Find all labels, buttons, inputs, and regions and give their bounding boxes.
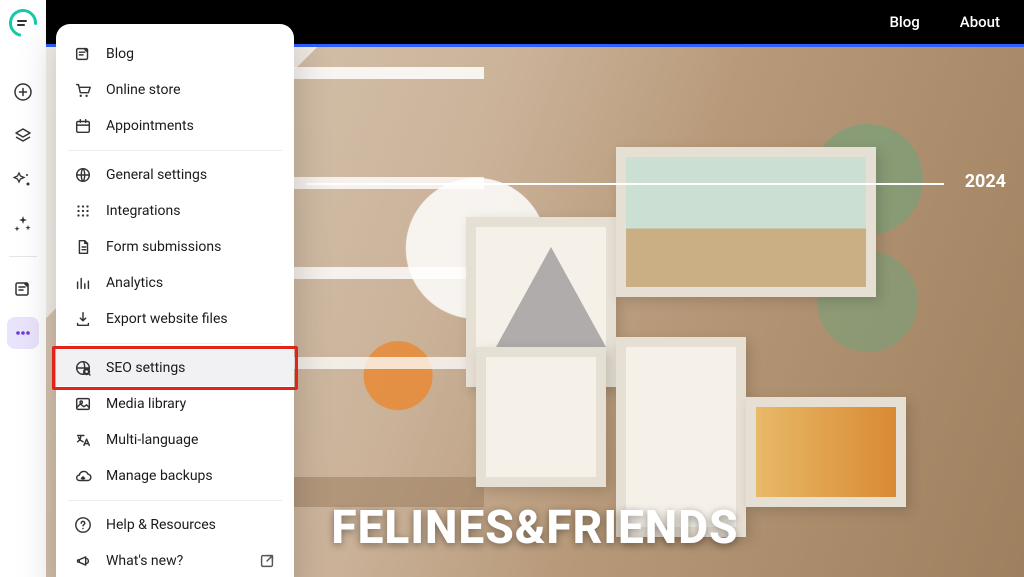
rail-ai-button[interactable] bbox=[7, 164, 39, 196]
menu-item-label: Blog bbox=[106, 46, 276, 62]
ai-sparkle-icon bbox=[13, 170, 33, 190]
export-icon bbox=[74, 310, 92, 328]
whatsnew-icon-wrap bbox=[74, 552, 92, 570]
menu-item-label: Manage backups bbox=[106, 468, 276, 484]
menu-item-label: Export website files bbox=[106, 311, 276, 327]
rail-divider bbox=[9, 256, 37, 257]
menu-item-media[interactable]: Media library bbox=[56, 386, 294, 422]
menu-item-lang[interactable]: Multi-language bbox=[56, 422, 294, 458]
integrations-icon bbox=[74, 202, 92, 220]
nav-link-blog[interactable]: Blog bbox=[889, 13, 919, 31]
sparkles-icon bbox=[13, 214, 33, 234]
decor-shelf bbox=[286, 357, 484, 369]
nav-link-about[interactable]: About bbox=[960, 13, 1000, 31]
analytics-icon-wrap bbox=[74, 274, 92, 292]
decor-frame bbox=[616, 147, 876, 297]
menu-item-label: Integrations bbox=[106, 203, 276, 219]
menu-item-analytics[interactable]: Analytics bbox=[56, 265, 294, 301]
logo-icon bbox=[9, 9, 37, 37]
menu-item-label: What's new? bbox=[106, 553, 244, 569]
menu-item-label: Multi-language bbox=[106, 432, 276, 448]
store-icon-wrap bbox=[74, 81, 92, 99]
menu-item-integrations[interactable]: Integrations bbox=[56, 193, 294, 229]
export-icon-wrap bbox=[74, 310, 92, 328]
help-icon-wrap bbox=[74, 516, 92, 534]
rail-note-button[interactable] bbox=[7, 273, 39, 305]
menu-item-seo[interactable]: SEO settings bbox=[56, 350, 294, 386]
rail-sparkles-button[interactable] bbox=[7, 208, 39, 240]
menu-separator bbox=[68, 343, 282, 344]
menu-item-export[interactable]: Export website files bbox=[56, 301, 294, 337]
decor-frame bbox=[746, 397, 906, 507]
menu-item-general[interactable]: General settings bbox=[56, 157, 294, 193]
hero-rule bbox=[306, 183, 944, 185]
menu-item-help[interactable]: Help & Resources bbox=[56, 507, 294, 543]
store-icon bbox=[74, 81, 92, 99]
general-icon bbox=[74, 166, 92, 184]
menu-item-appointments[interactable]: Appointments bbox=[56, 108, 294, 144]
menu-item-label: General settings bbox=[106, 167, 276, 183]
menu-item-label: Analytics bbox=[106, 275, 276, 291]
left-rail bbox=[0, 0, 46, 577]
more-horizontal-icon bbox=[13, 323, 33, 343]
decor-shelf bbox=[286, 267, 484, 279]
menu-item-forms[interactable]: Form submissions bbox=[56, 229, 294, 265]
media-icon-wrap bbox=[74, 395, 92, 413]
integrations-icon-wrap bbox=[74, 202, 92, 220]
whatsnew-icon bbox=[74, 552, 92, 570]
lang-icon bbox=[74, 431, 92, 449]
menu-item-backups[interactable]: Manage backups bbox=[56, 458, 294, 494]
hero-year: 2024 bbox=[965, 171, 1006, 192]
help-icon bbox=[74, 516, 92, 534]
menu-item-label: Online store bbox=[106, 82, 276, 98]
seo-icon-wrap bbox=[74, 359, 92, 377]
menu-item-blog[interactable]: Blog bbox=[56, 36, 294, 72]
seo-icon bbox=[74, 359, 92, 377]
layers-icon bbox=[13, 126, 33, 146]
appointments-icon-wrap bbox=[74, 117, 92, 135]
decor-shelf bbox=[286, 67, 484, 79]
lang-icon-wrap bbox=[74, 431, 92, 449]
appointments-icon bbox=[74, 117, 92, 135]
blog-icon-wrap bbox=[74, 45, 92, 63]
backups-icon bbox=[74, 467, 92, 485]
external-icon bbox=[258, 552, 276, 570]
rail-add-button[interactable] bbox=[7, 76, 39, 108]
app-logo[interactable] bbox=[8, 8, 38, 38]
plus-circle-icon bbox=[13, 82, 33, 102]
menu-item-label: Appointments bbox=[106, 118, 276, 134]
rail-layers-button[interactable] bbox=[7, 120, 39, 152]
menu-item-label: Media library bbox=[106, 396, 276, 412]
note-pencil-icon bbox=[13, 279, 33, 299]
menu-separator bbox=[68, 150, 282, 151]
forms-icon-wrap bbox=[74, 238, 92, 256]
rail-more-button[interactable] bbox=[7, 317, 39, 349]
menu-item-label: Help & Resources bbox=[106, 517, 276, 533]
media-icon bbox=[74, 395, 92, 413]
menu-separator bbox=[68, 500, 282, 501]
backups-icon-wrap bbox=[74, 467, 92, 485]
general-icon-wrap bbox=[74, 166, 92, 184]
menu-item-store[interactable]: Online store bbox=[56, 72, 294, 108]
analytics-icon bbox=[74, 274, 92, 292]
menu-item-whatsnew[interactable]: What's new? bbox=[56, 543, 294, 577]
decor-frame bbox=[476, 347, 606, 487]
external-link-icon-wrap bbox=[258, 552, 276, 570]
menu-item-label: Form submissions bbox=[106, 239, 276, 255]
blog-icon bbox=[74, 45, 92, 63]
more-menu-popover: Blog Online store Appointments General sett… bbox=[56, 24, 294, 577]
menu-item-label: SEO settings bbox=[106, 360, 276, 376]
forms-icon bbox=[74, 238, 92, 256]
